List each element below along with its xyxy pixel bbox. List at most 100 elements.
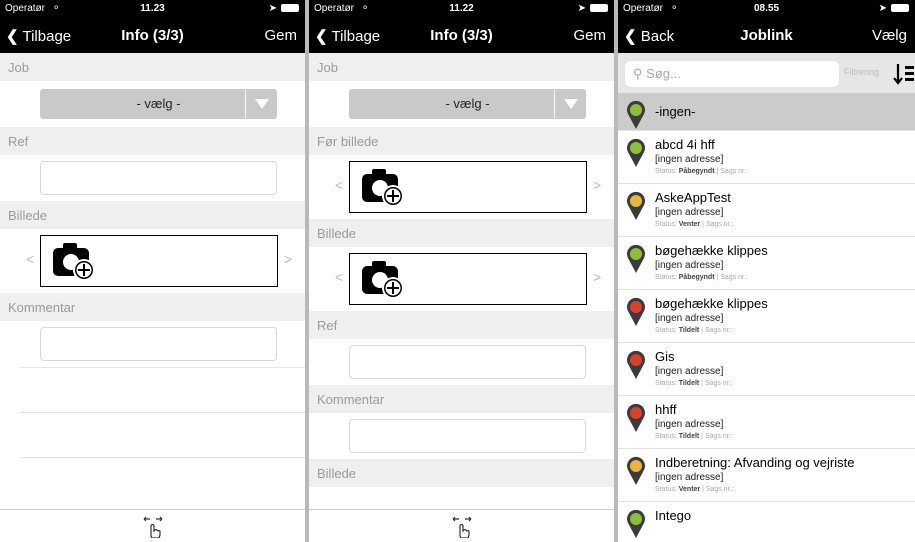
comment-input[interactable] <box>349 419 586 453</box>
image-section-label: Billede <box>0 201 305 229</box>
job-select-value: - vælg - <box>136 96 181 111</box>
chevron-down-icon <box>245 89 277 119</box>
list-item-none[interactable]: -ingen- <box>618 93 915 131</box>
sort-icon[interactable] <box>893 62 915 86</box>
nav-bar: ❮ Tilbage Info (3/3) Gem <box>309 18 614 53</box>
job-select-value: - vælg - <box>445 96 490 111</box>
divider <box>20 367 305 368</box>
search-input[interactable]: ⚲ Søg... <box>625 61 839 87</box>
job-address: [ingen adresse] <box>655 472 724 483</box>
chevron-left-icon[interactable]: < <box>26 251 34 267</box>
job-status: Påbegyndt <box>678 168 715 175</box>
save-button[interactable]: Gem <box>573 27 606 44</box>
save-button[interactable]: Gem <box>264 27 297 44</box>
job-status: Tildelt <box>678 327 700 334</box>
before-image-row: < > <box>309 155 614 219</box>
job-meta: Status: Påbegyndt | Sags nr.: <box>655 274 748 281</box>
battery-icon: ➤ <box>269 3 299 14</box>
comment-input[interactable] <box>40 327 277 361</box>
list-item[interactable]: abcd 4i hff [ingen adresse] Status: Påbegy… <box>618 131 915 184</box>
case-number-label: Sags nr.: <box>720 168 748 175</box>
status-prefix: Status: <box>655 274 677 281</box>
chevron-left-icon[interactable]: < <box>335 177 343 193</box>
job-name: abcd 4i hff <box>655 137 715 152</box>
map-pin-icon <box>627 297 645 326</box>
job-name: bøgehække klippes <box>655 296 768 311</box>
page-title: Joblink <box>740 27 793 44</box>
divider <box>20 457 305 458</box>
job-status: Tildelt <box>678 433 700 440</box>
list-item[interactable]: bøgehække klippes [ingen adresse] Status: … <box>618 290 915 343</box>
footer-bar <box>0 509 305 542</box>
search-placeholder: Søg... <box>646 66 681 81</box>
comment-row <box>0 321 305 367</box>
clock: 08.55 <box>753 3 780 14</box>
job-address: [ingen adresse] <box>655 313 724 324</box>
list-item[interactable]: Intego <box>618 502 915 542</box>
pin-status-dot <box>630 195 642 207</box>
comment-section-label: Kommentar <box>0 293 305 321</box>
comment-section-label: Kommentar <box>309 385 614 413</box>
nav-bar: ❮ Back Joblink Vælg <box>618 18 915 53</box>
app-comparison: Operatør ⚬ 11.23 ➤ ❮ Tilbage Info (3/3) … <box>0 0 915 542</box>
map-pin-icon <box>627 456 645 485</box>
ref-input[interactable] <box>349 345 586 379</box>
search-icon: ⚲ <box>633 66 643 81</box>
job-meta: Status: Tildelt | Sags nr.: <box>655 327 733 334</box>
info-screen-1: Operatør ⚬ 11.23 ➤ ❮ Tilbage Info (3/3) … <box>0 0 305 542</box>
camera-add-icon <box>53 243 95 281</box>
chevron-right-icon[interactable]: > <box>593 177 601 193</box>
ref-row <box>309 339 614 385</box>
job-meta: Status: Venter | Sags nr.: <box>655 486 734 493</box>
case-number-label: Sags nr.: <box>704 433 733 440</box>
status-prefix: Status: <box>655 433 677 440</box>
map-pin-icon <box>627 403 645 432</box>
job-meta: Status: Tildelt | Sags nr.: <box>655 433 733 440</box>
list-item[interactable]: bøgehække klippes [ingen adresse] Status: … <box>618 237 915 290</box>
job-status: Påbegyndt <box>678 274 715 281</box>
list-item[interactable]: Indberetning: Afvanding og vejriste [inge… <box>618 449 915 502</box>
case-number-label: Sags nr.: <box>704 327 733 334</box>
job-address: [ingen adresse] <box>655 419 724 430</box>
chevron-left-icon[interactable]: < <box>335 269 343 285</box>
ref-section-label: Ref <box>0 127 305 155</box>
image-row: < > <box>309 247 614 311</box>
job-address: [ingen adresse] <box>655 154 724 165</box>
filter-label[interactable]: Filtrering <box>844 67 879 77</box>
image-frame[interactable] <box>349 253 587 305</box>
status-bar: Operatør ⚬ 08.55 ➤ <box>618 0 915 18</box>
footer-bar <box>309 509 614 542</box>
chevron-right-icon[interactable]: > <box>593 269 601 285</box>
info-screen-2: Operatør ⚬ 11.22 ➤ ❮ Tilbage Info (3/3) … <box>309 0 614 542</box>
job-name: AskeAppTest <box>655 190 731 205</box>
swipe-gesture-icon[interactable] <box>450 514 474 538</box>
pin-status-dot <box>630 460 642 472</box>
job-select[interactable]: - vælg - <box>40 89 277 119</box>
job-address: [ingen adresse] <box>655 366 724 377</box>
joblink-screen: Operatør ⚬ 08.55 ➤ ❮ Back Joblink Vælg ⚲… <box>618 0 915 542</box>
map-pin-icon <box>627 100 645 129</box>
battery-icon: ➤ <box>578 3 608 14</box>
pin-status-dot <box>630 301 642 313</box>
job-name: Gis <box>655 349 675 364</box>
ref-section-label: Ref <box>309 311 614 339</box>
select-button[interactable]: Vælg <box>872 27 907 44</box>
list-item[interactable]: hhff [ingen adresse] Status: Tildelt | Sag… <box>618 396 915 449</box>
job-select-row: - vælg - <box>0 81 305 127</box>
status-prefix: Status: <box>655 221 677 228</box>
map-pin-icon <box>627 509 645 538</box>
chevron-right-icon[interactable]: > <box>284 251 292 267</box>
image-section-label: Billede <box>309 219 614 247</box>
image-frame[interactable] <box>40 235 278 287</box>
list-item[interactable]: AskeAppTest [ingen adresse] Status: Venter… <box>618 184 915 237</box>
before-image-frame[interactable] <box>349 161 587 213</box>
swipe-gesture-icon[interactable] <box>141 514 165 538</box>
job-select[interactable]: - vælg - <box>349 89 586 119</box>
status-prefix: Status: <box>655 327 677 334</box>
job-list: abcd 4i hff [ingen adresse] Status: Påbegy… <box>618 131 915 542</box>
job-address: [ingen adresse] <box>655 260 724 271</box>
case-number-label: Sags nr.: <box>720 274 748 281</box>
comment-row <box>309 413 614 459</box>
ref-input[interactable] <box>40 161 277 195</box>
list-item[interactable]: Gis [ingen adresse] Status: Tildelt | Sags… <box>618 343 915 396</box>
